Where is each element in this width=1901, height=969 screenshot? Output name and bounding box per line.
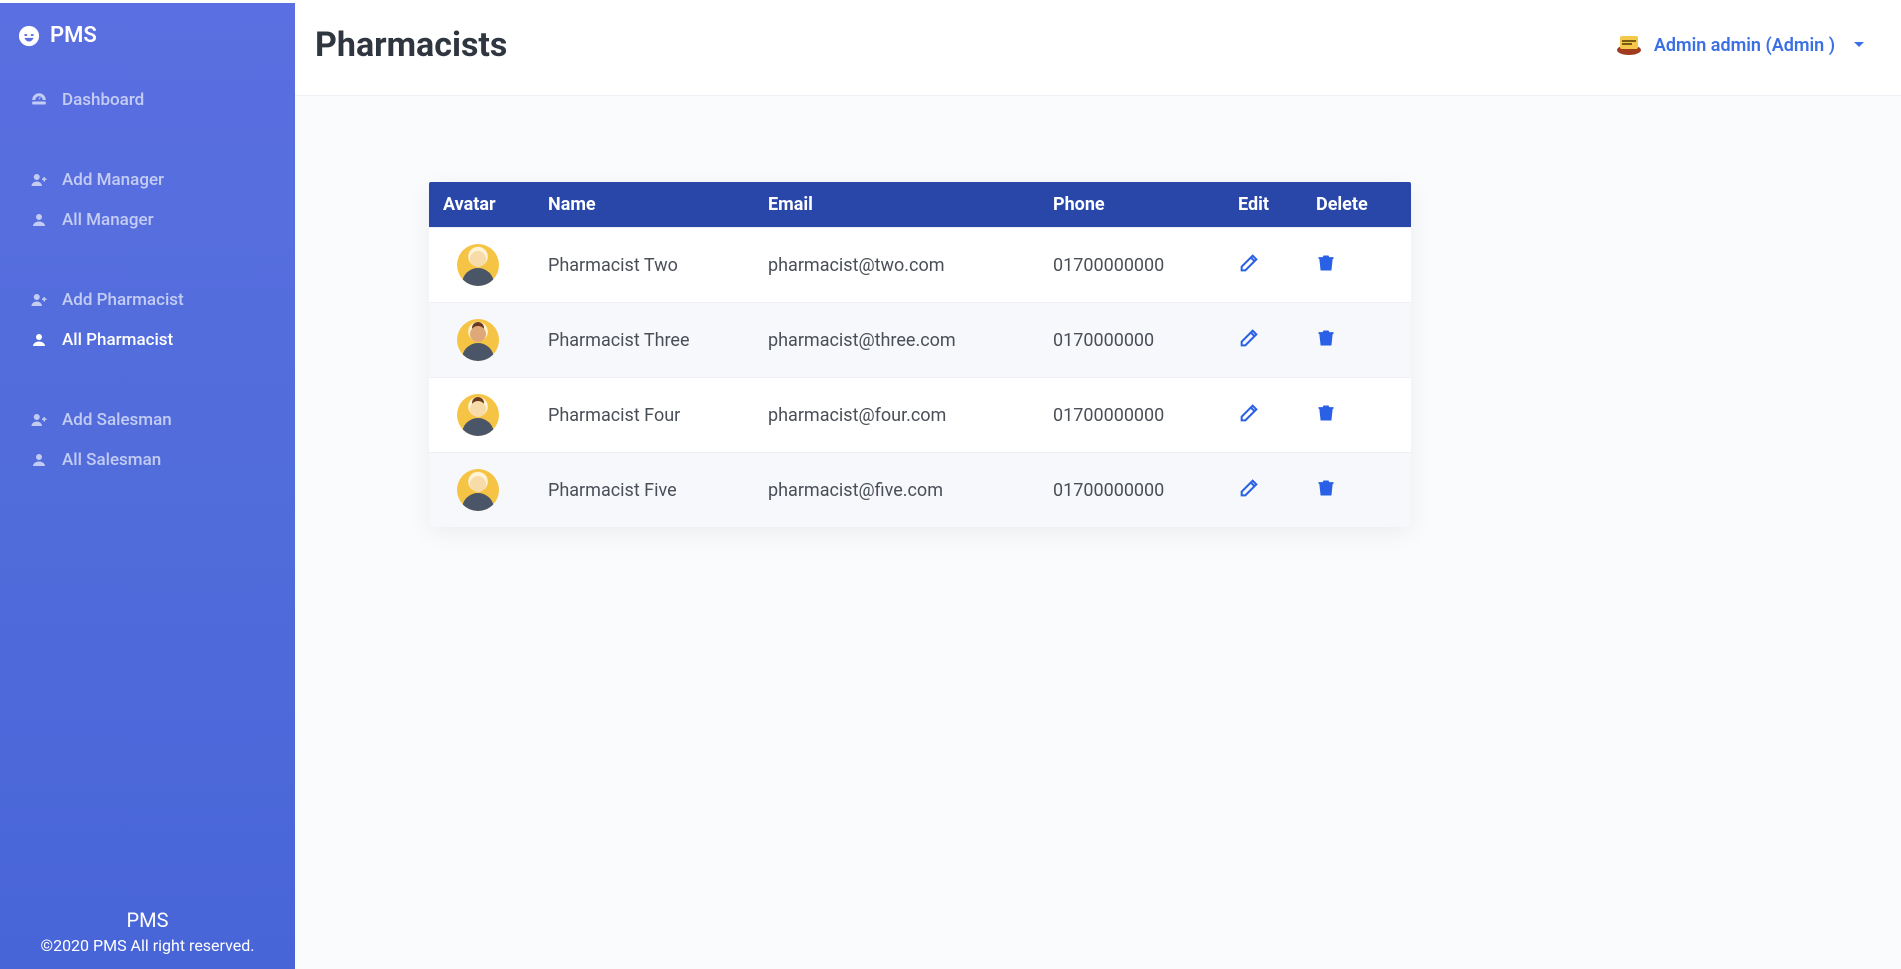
table-row: Pharmacist Four pharmacist@four.com 0170… (429, 378, 1411, 453)
cell-delete (1302, 378, 1411, 453)
cell-delete (1302, 228, 1411, 303)
cell-phone: 01700000000 (1039, 378, 1224, 453)
sidebar-item-label: Add Pharmacist (62, 290, 184, 310)
pharmacists-card: Avatar Name Email Phone Edit Delete Phar… (429, 182, 1411, 527)
table-header-row: Avatar Name Email Phone Edit Delete (429, 182, 1411, 228)
chevron-down-icon (1853, 41, 1865, 49)
user-icon (30, 211, 48, 229)
main: Pharmacists Admin admin (Admin ) A (295, 3, 1901, 969)
trash-icon[interactable] (1316, 478, 1336, 498)
sidebar-item-label: Dashboard (62, 90, 144, 110)
content: Avatar Name Email Phone Edit Delete Phar… (295, 96, 1901, 969)
edit-icon[interactable] (1238, 252, 1260, 274)
cell-avatar (429, 303, 534, 378)
sidebar-item-label: All Manager (62, 210, 154, 230)
cell-email: pharmacist@three.com (754, 303, 1039, 378)
cell-email: pharmacist@five.com (754, 453, 1039, 528)
sidebar-item-label: All Pharmacist (62, 330, 173, 350)
cell-name: Pharmacist Five (534, 453, 754, 528)
cell-avatar (429, 228, 534, 303)
sidebar-item-add-salesman[interactable]: Add Salesman (0, 400, 295, 440)
avatar (457, 319, 499, 361)
th-email: Email (754, 182, 1039, 228)
smile-icon (18, 25, 40, 47)
sidebar-item-dashboard[interactable]: Dashboard (0, 80, 295, 120)
trash-icon[interactable] (1316, 328, 1336, 348)
cell-avatar (429, 378, 534, 453)
sidebar-item-all-salesman[interactable]: All Salesman (0, 440, 295, 480)
th-name: Name (534, 182, 754, 228)
cell-name: Pharmacist Three (534, 303, 754, 378)
edit-icon[interactable] (1238, 327, 1260, 349)
cell-edit (1224, 378, 1302, 453)
cell-phone: 01700000000 (1039, 228, 1224, 303)
avatar (457, 394, 499, 436)
sidebar-item-label: Add Salesman (62, 410, 172, 430)
edit-icon[interactable] (1238, 477, 1260, 499)
avatar (457, 244, 499, 286)
sidebar: PMS Dashboard Add Manager All M (0, 3, 295, 969)
sidebar-item-all-pharmacist[interactable]: All Pharmacist (0, 320, 295, 360)
user-icon (30, 331, 48, 349)
brand-name: PMS (50, 23, 97, 48)
cell-edit (1224, 453, 1302, 528)
cell-phone: 01700000000 (1039, 453, 1224, 528)
cell-delete (1302, 453, 1411, 528)
th-delete: Delete (1302, 182, 1411, 228)
avatar (457, 469, 499, 511)
user-menu[interactable]: Admin admin (Admin ) (1616, 34, 1865, 56)
pharmacists-table: Avatar Name Email Phone Edit Delete Phar… (429, 182, 1411, 527)
user-label: Admin admin (Admin ) (1654, 35, 1835, 56)
trash-icon[interactable] (1316, 253, 1336, 273)
cell-avatar (429, 453, 534, 528)
brand[interactable]: PMS (0, 3, 295, 60)
dashboard-icon (30, 91, 48, 109)
user-plus-icon (30, 411, 48, 429)
sidebar-item-add-pharmacist[interactable]: Add Pharmacist (0, 280, 295, 320)
cell-name: Pharmacist Four (534, 378, 754, 453)
cell-delete (1302, 303, 1411, 378)
cell-email: pharmacist@two.com (754, 228, 1039, 303)
footer-brand: PMS (10, 908, 285, 932)
cell-email: pharmacist@four.com (754, 378, 1039, 453)
user-plus-icon (30, 171, 48, 189)
trash-icon[interactable] (1316, 403, 1336, 423)
th-avatar: Avatar (429, 182, 534, 228)
th-phone: Phone (1039, 182, 1224, 228)
table-row: Pharmacist Two pharmacist@two.com 017000… (429, 228, 1411, 303)
sidebar-item-all-manager[interactable]: All Manager (0, 200, 295, 240)
cell-edit (1224, 303, 1302, 378)
cell-name: Pharmacist Two (534, 228, 754, 303)
sidebar-item-label: All Salesman (62, 450, 161, 470)
user-plus-icon (30, 291, 48, 309)
table-row: Pharmacist Three pharmacist@three.com 01… (429, 303, 1411, 378)
cell-phone: 0170000000 (1039, 303, 1224, 378)
sidebar-nav: Dashboard Add Manager All Manager (0, 60, 295, 898)
sidebar-footer: PMS ©2020 PMS All right reserved. (0, 898, 295, 969)
topbar: Pharmacists Admin admin (Admin ) (295, 3, 1901, 96)
table-row: Pharmacist Five pharmacist@five.com 0170… (429, 453, 1411, 528)
edit-icon[interactable] (1238, 402, 1260, 424)
cell-edit (1224, 228, 1302, 303)
th-edit: Edit (1224, 182, 1302, 228)
page-title: Pharmacists (315, 25, 507, 65)
sidebar-item-add-manager[interactable]: Add Manager (0, 160, 295, 200)
user-avatar-icon (1616, 34, 1642, 56)
footer-copyright: ©2020 PMS All right reserved. (10, 936, 285, 955)
user-icon (30, 451, 48, 469)
sidebar-item-label: Add Manager (62, 170, 164, 190)
